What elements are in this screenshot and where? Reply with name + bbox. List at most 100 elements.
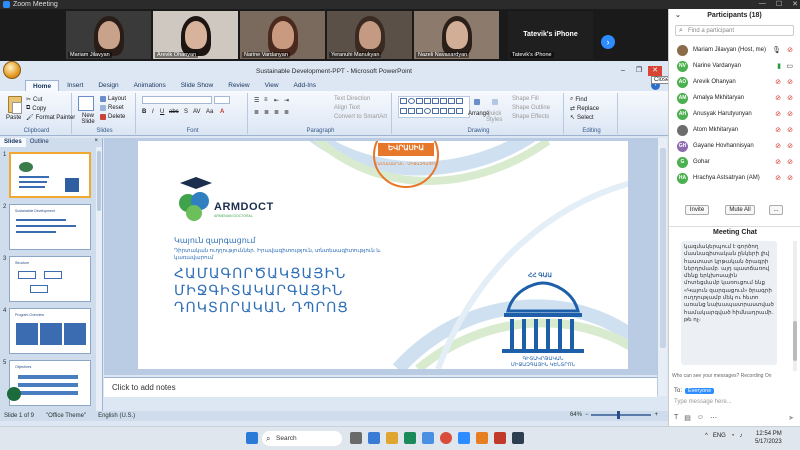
zoom-slider[interactable]: [591, 411, 652, 419]
convert-smartart-button[interactable]: Convert to SmartArt: [334, 114, 387, 120]
send-icon[interactable]: ➤: [788, 414, 794, 422]
slide-thumbnail[interactable]: 4 Program Overview: [0, 308, 96, 354]
change-case-button[interactable]: Aa: [206, 109, 213, 115]
camera-off-icon[interactable]: ⊘: [787, 174, 793, 182]
windows-start-icon[interactable]: [246, 432, 258, 444]
new-slide-icon[interactable]: [78, 96, 94, 111]
format-icon[interactable]: T: [674, 414, 678, 422]
invite-button[interactable]: Invite: [685, 205, 709, 215]
chat-info-text[interactable]: Who can see your messages? Recording On: [672, 373, 798, 379]
slide-thumbnail[interactable]: 3 Structure: [0, 256, 96, 302]
collapse-chevron-icon[interactable]: ⌄: [675, 9, 681, 23]
close-window-button[interactable]: ✕: [792, 0, 798, 8]
camera-off-icon[interactable]: ⊘: [787, 142, 793, 150]
italic-button[interactable]: I: [152, 109, 154, 115]
camera-off-icon[interactable]: ⊘: [787, 94, 793, 102]
tab-review[interactable]: Review: [221, 80, 256, 91]
format-painter-button[interactable]: 🖌 Format Painter: [26, 114, 75, 122]
participant-row[interactable]: AH Anusyak Harutyunyan ⊘ ⊘: [669, 107, 800, 123]
camera-off-icon[interactable]: ⊘: [787, 158, 793, 166]
participant-row[interactable]: AM Amalya Mkhitaryan ⊘ ⊘: [669, 91, 800, 107]
numbering-button[interactable]: ≡: [264, 97, 268, 103]
recipient-select[interactable]: Everyone: [685, 388, 715, 394]
text-direction-button[interactable]: Text Direction: [334, 96, 370, 102]
mic-muted-icon[interactable]: ⊘: [775, 126, 781, 134]
tab-slides[interactable]: Slides: [0, 138, 26, 147]
app-icon[interactable]: [476, 432, 488, 444]
mic-icon[interactable]: 🎙: [772, 46, 781, 54]
tab-view[interactable]: View: [258, 80, 286, 91]
mic-muted-icon[interactable]: ⊘: [775, 110, 781, 118]
more-icon[interactable]: ⋯: [710, 414, 717, 422]
video-tile[interactable]: Yeranuhi Manukyan: [327, 11, 412, 59]
participant-row[interactable]: Atom Mkhitaryan ⊘ ⊘: [669, 123, 800, 139]
wifi-icon[interactable]: ◔: [731, 433, 735, 439]
reset-button[interactable]: Reset: [100, 105, 124, 111]
align-left-button[interactable]: ≣: [254, 109, 259, 116]
slide-thumbnail[interactable]: 2 Sustainable Development: [0, 204, 96, 250]
quick-styles-icon[interactable]: [492, 99, 498, 105]
ppt-restore-button[interactable]: ❐: [632, 66, 646, 76]
minimize-button[interactable]: —: [759, 0, 766, 8]
participant-row[interactable]: AO Arevik Ohanyan ⊘ ⊘: [669, 75, 800, 91]
file-icon[interactable]: ▤: [684, 414, 691, 422]
mic-muted-icon[interactable]: ⊘: [775, 158, 781, 166]
find-button[interactable]: ⌕ Find: [570, 96, 587, 103]
file-explorer-icon[interactable]: [386, 432, 398, 444]
shape-fill-button[interactable]: Shape Fill: [512, 96, 539, 102]
camera-icon[interactable]: ▭: [786, 62, 793, 70]
quick-styles-button[interactable]: Quick Styles: [486, 111, 506, 123]
slide-thumbnail[interactable]: 1: [0, 152, 96, 198]
zoom-out-button[interactable]: −: [585, 412, 589, 418]
notes-pane[interactable]: Click to add notes: [104, 377, 657, 397]
camera-off-icon[interactable]: ⊘: [787, 46, 793, 54]
clock[interactable]: 12:54 PM 5/17/2023: [755, 430, 782, 446]
increase-indent-button[interactable]: ⇥: [284, 97, 289, 104]
select-button[interactable]: ↖ Select: [570, 114, 594, 122]
task-view-icon[interactable]: [350, 432, 362, 444]
slide-scrollbar[interactable]: [657, 138, 667, 396]
tab-design[interactable]: Design: [91, 80, 125, 91]
language-indicator[interactable]: ENG: [713, 433, 726, 439]
participant-row[interactable]: Mariam Jilavyan (Host, me) 🎙 ⊘: [669, 43, 800, 59]
tab-add-ins[interactable]: Add-Ins: [287, 80, 323, 91]
participant-search-input[interactable]: Find a participant: [675, 25, 794, 36]
edge-icon[interactable]: [404, 432, 416, 444]
mic-muted-icon[interactable]: ⊘: [775, 78, 781, 86]
floating-app-icon[interactable]: [7, 387, 21, 401]
chrome-icon[interactable]: [440, 432, 452, 444]
next-video-page-button[interactable]: ›: [601, 35, 615, 49]
camera-off-icon[interactable]: ⊘: [787, 126, 793, 134]
zoom-in-button[interactable]: +: [654, 412, 658, 418]
align-text-button[interactable]: Align Text: [334, 105, 360, 111]
participant-row[interactable]: HA Hrachya Astsatryan (AM) ⊘ ⊘: [669, 171, 800, 187]
tab-animations[interactable]: Animations: [127, 80, 173, 91]
mic-muted-icon[interactable]: ⊘: [775, 94, 781, 102]
align-right-button[interactable]: ≣: [274, 109, 279, 116]
bold-button[interactable]: B: [142, 109, 146, 115]
tab-slide-show[interactable]: Slide Show: [174, 80, 221, 91]
mic-icon[interactable]: ▮: [777, 62, 781, 70]
copy-button[interactable]: ⧉ Copy: [26, 105, 46, 112]
underline-button[interactable]: U: [160, 109, 164, 115]
tab-home[interactable]: Home: [25, 80, 60, 91]
volume-icon[interactable]: ♪: [739, 433, 742, 439]
font-family-select[interactable]: [142, 96, 212, 104]
decrease-indent-button[interactable]: ⇤: [274, 97, 279, 104]
zoom-taskbar-icon[interactable]: [458, 432, 470, 444]
camera-off-icon[interactable]: ⊘: [787, 110, 793, 118]
video-tile[interactable]: Mariam Jilavyan: [66, 11, 151, 59]
app-icon[interactable]: [512, 432, 524, 444]
ppt-minimize-button[interactable]: –: [616, 66, 630, 76]
new-slide-button[interactable]: New Slide: [77, 113, 99, 125]
tab-insert[interactable]: Insert: [60, 80, 90, 91]
tab-outline[interactable]: Outline: [26, 138, 53, 147]
paste-button[interactable]: Paste: [6, 115, 21, 121]
slides-panel-close-button[interactable]: ×: [94, 138, 98, 144]
video-tile[interactable]: Narine Vardanyan: [240, 11, 325, 59]
mute-all-button[interactable]: Mute All: [725, 205, 755, 215]
layout-button[interactable]: Layout: [100, 96, 126, 102]
spacing-button[interactable]: AV: [193, 109, 201, 115]
delete-button[interactable]: Delete: [100, 114, 125, 120]
justify-button[interactable]: ≣: [284, 109, 289, 116]
